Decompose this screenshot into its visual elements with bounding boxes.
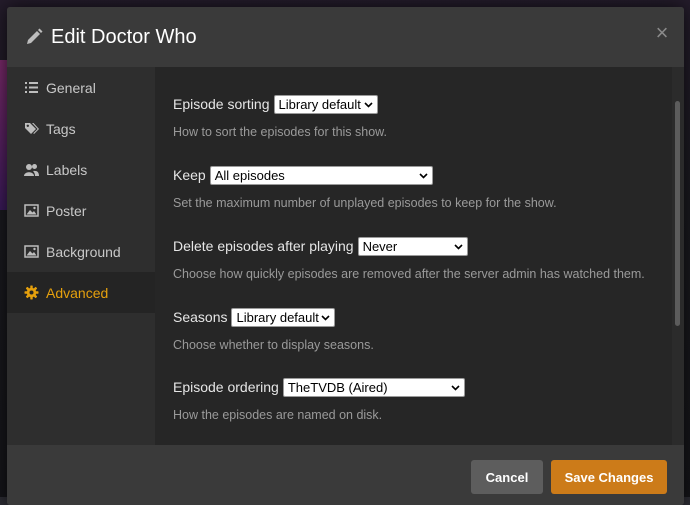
sidebar: General Tags Labels Poster Background Ad… (7, 67, 155, 445)
scrollbar[interactable] (672, 67, 684, 445)
sidebar-item-labels[interactable]: Labels (7, 149, 155, 190)
setting-label: Keep (173, 167, 206, 183)
episode-ordering-select[interactable]: TheTVDB (Aired) (282, 377, 465, 397)
cancel-button[interactable]: Cancel (471, 460, 543, 494)
select-value: All episodes (214, 167, 285, 183)
setting-help: How to sort the episodes for this show. (173, 125, 387, 139)
setting-help: Choose whether to display seasons. (173, 338, 374, 352)
save-changes-button[interactable]: Save Changes (551, 460, 667, 494)
sidebar-item-background[interactable]: Background (7, 231, 155, 272)
select-value: Library default (236, 309, 319, 325)
keep-select[interactable]: All episodes (209, 165, 433, 185)
delete-after-playing-select[interactable]: Never (357, 236, 468, 256)
chevron-down-icon (321, 314, 331, 321)
setting-keep: Keep All episodes Set the maximum number… (173, 165, 557, 210)
dialog-header: Edit Doctor Who × (7, 7, 684, 67)
scrollbar-thumb[interactable] (675, 101, 680, 326)
seasons-select[interactable]: Library default (231, 307, 336, 327)
sidebar-item-label: General (46, 79, 96, 96)
sidebar-item-label: Advanced (46, 284, 109, 301)
setting-help: Choose how quickly episodes are removed … (173, 267, 645, 281)
users-icon (24, 164, 39, 176)
image-icon (24, 245, 39, 258)
sidebar-item-label: Labels (46, 161, 88, 178)
sidebar-item-general[interactable]: General (7, 67, 155, 108)
sidebar-item-label: Poster (46, 202, 87, 219)
sidebar-item-poster[interactable]: Poster (7, 190, 155, 231)
tags-icon (25, 123, 39, 134)
sidebar-item-label: Tags (46, 120, 76, 137)
select-value: Never (362, 238, 398, 254)
setting-episode-ordering: Episode ordering TheTVDB (Aired) How the… (173, 377, 465, 422)
setting-label: Episode ordering (173, 379, 279, 395)
sidebar-item-advanced[interactable]: Advanced (7, 272, 155, 313)
setting-label: Delete episodes after playing (173, 238, 354, 254)
setting-label: Episode sorting (173, 96, 270, 112)
settings-panel: Episode sorting Library default How to s… (155, 67, 672, 445)
list-icon (25, 82, 38, 93)
chevron-down-icon (363, 101, 373, 108)
edit-dialog: Edit Doctor Who × General Tags Labels Po… (7, 7, 684, 505)
dialog-title: Edit Doctor Who (51, 26, 197, 48)
setting-help: How the episodes are named on disk. (173, 408, 383, 422)
select-value: Library default (278, 96, 361, 112)
setting-label: Seasons (173, 309, 228, 325)
dialog-footer: Cancel Save Changes (7, 445, 684, 505)
close-button[interactable]: × (654, 22, 670, 44)
setting-help: Set the maximum number of unplayed episo… (173, 196, 557, 210)
chevron-down-icon (419, 172, 428, 179)
select-value: TheTVDB (Aired) (287, 379, 388, 395)
image-icon (24, 204, 39, 217)
setting-seasons: Seasons Library default Choose whether t… (173, 307, 374, 352)
episode-sorting-select[interactable]: Library default (273, 94, 378, 114)
setting-delete-after-playing: Delete episodes after playing Never Choo… (173, 236, 645, 281)
setting-episode-sorting: Episode sorting Library default How to s… (173, 94, 387, 139)
chevron-down-icon (453, 243, 463, 250)
pencil-icon (27, 28, 43, 44)
sidebar-item-tags[interactable]: Tags (7, 108, 155, 149)
chevron-down-icon (451, 384, 460, 391)
gear-icon (24, 285, 39, 300)
sidebar-item-label: Background (46, 243, 121, 260)
